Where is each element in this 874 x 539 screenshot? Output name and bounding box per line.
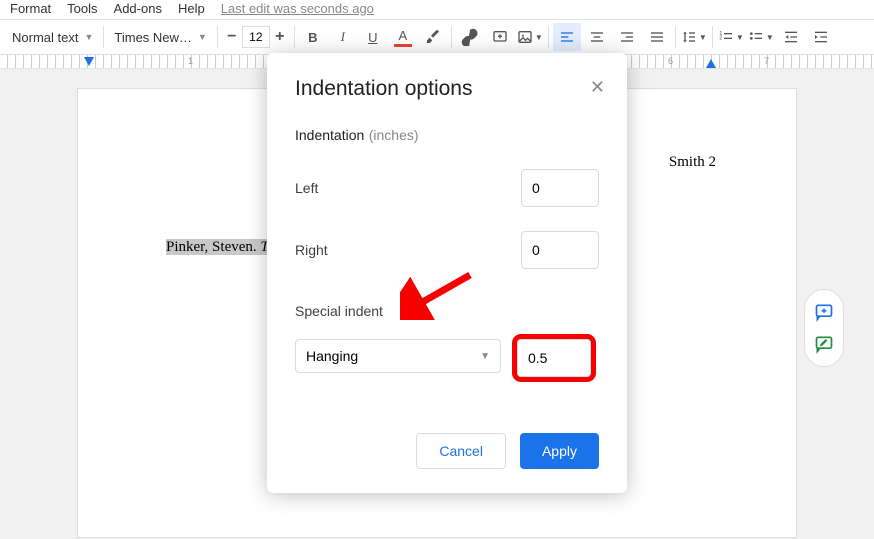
image-icon	[517, 29, 533, 45]
chevron-down-icon: ▼	[535, 33, 543, 42]
font-family-label: Times New…	[114, 30, 192, 45]
italic-button[interactable]: I	[329, 23, 357, 51]
font-size-input[interactable]	[242, 26, 270, 48]
ruler-right-indent-marker[interactable]	[706, 59, 716, 68]
increase-indent-icon	[813, 29, 829, 45]
chevron-down-icon: ▼	[699, 33, 707, 42]
cancel-button[interactable]: Cancel	[416, 433, 506, 469]
link-icon	[461, 28, 479, 46]
special-indent-select[interactable]: Hanging ▼	[295, 339, 501, 373]
text-color-button[interactable]: A	[389, 23, 417, 51]
ruler-number: 7	[764, 56, 769, 66]
suggest-edit-icon	[814, 334, 834, 354]
decrease-indent-icon	[783, 29, 799, 45]
numbered-list-button[interactable]: 12 ▼	[717, 23, 745, 51]
align-center-button[interactable]	[583, 23, 611, 51]
bulleted-list-button[interactable]: ▼	[747, 23, 775, 51]
chevron-down-icon: ▼	[480, 351, 490, 362]
underline-button[interactable]: U	[359, 23, 387, 51]
numbered-list-icon: 12	[718, 29, 734, 45]
indentation-section-label: Indentation	[295, 127, 364, 143]
insert-link-button[interactable]	[456, 23, 484, 51]
dialog-close-button[interactable]: ✕	[590, 77, 605, 98]
left-indent-label: Left	[295, 180, 318, 196]
indentation-unit-label: (inches)	[369, 127, 419, 143]
chevron-down-icon: ▼	[198, 32, 207, 42]
bulleted-list-icon	[748, 29, 764, 45]
align-right-icon	[619, 29, 635, 45]
add-comment-side-button[interactable]	[805, 296, 843, 328]
right-indent-label: Right	[295, 242, 328, 258]
svg-text:2: 2	[719, 36, 722, 42]
paragraph-style-label: Normal text	[12, 30, 78, 45]
page-header-right: Smith 2	[669, 154, 716, 171]
decrease-indent-button[interactable]	[777, 23, 805, 51]
menu-help[interactable]: Help	[178, 1, 205, 16]
font-size-decrease-button[interactable]: −	[222, 25, 242, 49]
toolbar: Normal text ▼ Times New… ▼ − + B I U A ▼	[0, 19, 874, 55]
highlight-color-button[interactable]	[419, 23, 447, 51]
ruler-left-indent-marker[interactable]	[84, 57, 94, 66]
chevron-down-icon: ▼	[84, 32, 93, 42]
increase-indent-button[interactable]	[807, 23, 835, 51]
comment-plus-icon	[814, 302, 834, 322]
apply-button[interactable]: Apply	[520, 433, 599, 469]
bold-button[interactable]: B	[299, 23, 327, 51]
menu-addons[interactable]: Add-ons	[114, 1, 162, 16]
align-center-icon	[589, 29, 605, 45]
chevron-down-icon: ▼	[766, 33, 774, 42]
align-justify-icon	[649, 29, 665, 45]
line-spacing-button[interactable]: ▼	[680, 23, 708, 51]
special-indent-input[interactable]	[517, 339, 591, 377]
highlight-icon	[425, 29, 441, 45]
font-size-increase-button[interactable]: +	[270, 25, 290, 49]
right-indent-input[interactable]	[521, 231, 599, 269]
last-edit-link[interactable]: Last edit was seconds ago	[221, 1, 374, 16]
indentation-options-dialog: Indentation options ✕ Indentation (inche…	[267, 53, 627, 493]
align-right-button[interactable]	[613, 23, 641, 51]
menu-format[interactable]: Format	[10, 1, 51, 16]
chevron-down-icon: ▼	[736, 33, 744, 42]
dialog-title: Indentation options	[295, 77, 599, 101]
ruler-number: 1	[188, 56, 193, 66]
menu-bar: Format Tools Add-ons Help Last edit was …	[0, 0, 874, 16]
ruler-number: 6	[668, 56, 673, 66]
font-family-select[interactable]: Times New… ▼	[108, 23, 212, 51]
insert-comment-button[interactable]	[486, 23, 514, 51]
special-indent-label: Special indent	[295, 303, 599, 319]
paragraph-style-select[interactable]: Normal text ▼	[6, 23, 99, 51]
align-left-button[interactable]	[553, 23, 581, 51]
suggest-edits-side-button[interactable]	[805, 328, 843, 360]
left-indent-input[interactable]	[521, 169, 599, 207]
line-spacing-icon	[681, 29, 697, 45]
menu-tools[interactable]: Tools	[67, 1, 97, 16]
special-indent-value: Hanging	[306, 348, 358, 364]
insert-image-button[interactable]: ▼	[516, 23, 544, 51]
align-justify-button[interactable]	[643, 23, 671, 51]
comment-plus-icon	[492, 29, 508, 45]
align-left-icon	[559, 29, 575, 45]
side-tools-panel	[804, 289, 844, 367]
